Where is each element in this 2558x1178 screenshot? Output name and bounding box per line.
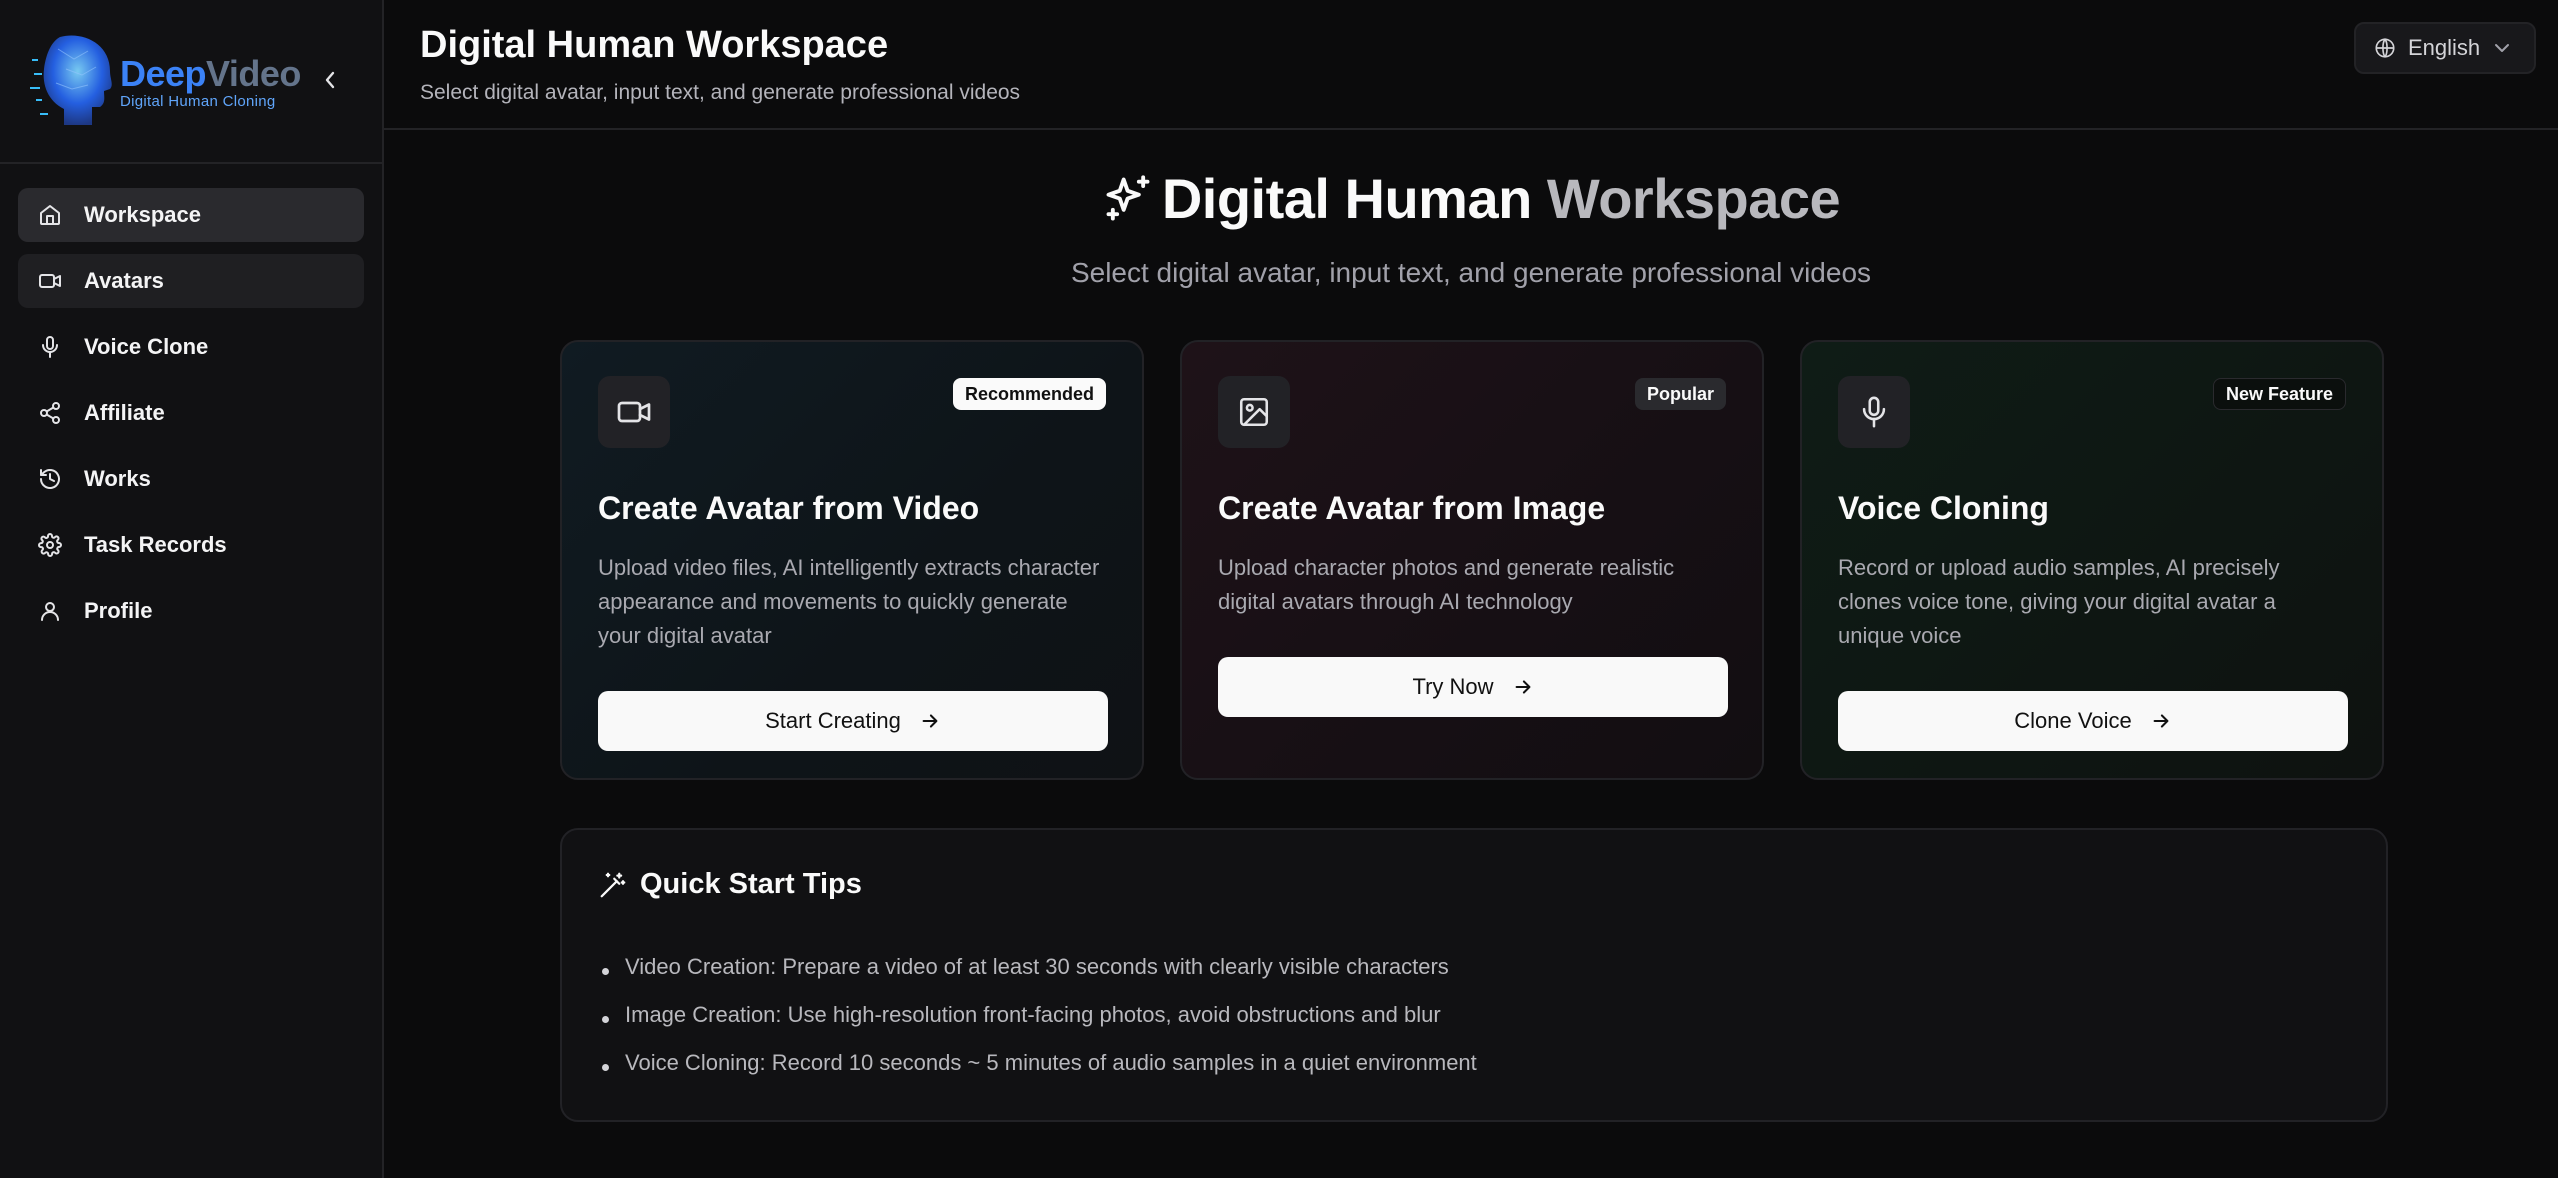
sidebar-item-workspace[interactable]: Workspace — [18, 188, 364, 242]
image-icon — [1239, 397, 1269, 427]
sidebar-item-label: Workspace — [84, 202, 201, 227]
gear-icon — [38, 533, 62, 557]
app-root: DeepVideo Digital Human Cloning Workspac… — [0, 0, 2558, 1178]
microphone-icon — [1862, 396, 1886, 428]
start-creating-button[interactable]: Start Creating — [598, 691, 1108, 751]
sidebar-item-affiliate[interactable]: Affiliate — [18, 386, 364, 440]
badge-new-feature: New Feature — [2212, 378, 2346, 410]
history-icon — [38, 467, 62, 491]
brand-tagline: Digital Human Cloning — [120, 92, 276, 110]
quick-start-tips: Quick Start Tips Video Creation: Prepare… — [560, 828, 2388, 1122]
language-selector[interactable]: English — [2354, 22, 2536, 74]
tips-title: Quick Start Tips — [640, 868, 862, 900]
brand-name-accent: Video — [206, 52, 301, 94]
share-icon — [38, 401, 62, 425]
sidebar-item-avatars[interactable]: Avatars — [18, 254, 364, 308]
tips-list: Video Creation: Prepare a video of at le… — [598, 943, 2350, 1087]
brand-name: DeepVideo — [120, 53, 301, 95]
card-description: Upload character photos and generate rea… — [1218, 555, 1675, 614]
card-title: Create Avatar from Video — [598, 490, 980, 526]
badge-recommended: Recommended — [952, 378, 1106, 410]
sidebar-item-label: Task Records — [84, 532, 227, 557]
card-title: Create Avatar from Image — [1218, 490, 1606, 526]
page-title: Digital Human Workspace — [420, 24, 889, 66]
button-label: Try Now — [1412, 674, 1494, 699]
sidebar-collapse-button[interactable] — [316, 62, 344, 98]
video-camera-icon — [617, 401, 651, 423]
bullet-icon — [602, 967, 609, 975]
main-content: Digital Human Workspace Select digital a… — [384, 0, 2558, 1178]
card-video-avatar: Recommended Create Avatar from Video Upl… — [560, 340, 1144, 780]
card-description: Upload video files, AI intelligently ext… — [598, 555, 1100, 648]
bullet-icon — [602, 1063, 609, 1071]
sidebar-item-works[interactable]: Works — [18, 452, 364, 506]
arrow-right-icon — [922, 714, 938, 728]
sidebar-item-label: Voice Clone — [84, 334, 209, 359]
clone-voice-button[interactable]: Clone Voice — [1838, 691, 2348, 751]
top-header: Digital Human Workspace Select digital a… — [384, 0, 2558, 130]
sidebar-item-label: Profile — [84, 598, 153, 623]
feature-cards: Recommended Create Avatar from Video Upl… — [560, 340, 2388, 780]
card-voice-cloning: New Feature Voice Cloning Record or uplo… — [1800, 340, 2384, 780]
sidebar-item-label: Works — [84, 466, 151, 491]
tip-text: Image Creation: Use high-resolution fron… — [625, 1002, 1441, 1027]
brand-name-main: Deep — [120, 52, 207, 94]
badge-popular: Popular — [1634, 378, 1726, 410]
hero-title-part1: Digital Human — [1161, 167, 1532, 230]
language-label: English — [2408, 35, 2481, 60]
card-icon-container — [598, 376, 670, 448]
hero-subtitle: Select digital avatar, input text, and g… — [1070, 257, 1872, 288]
card-description: Record or upload audio samples, AI preci… — [1838, 555, 2280, 648]
hero-section: Digital Human Workspace Select digital a… — [384, 166, 2558, 289]
card-title: Voice Cloning — [1838, 490, 2049, 526]
arrow-right-icon — [2153, 714, 2169, 728]
list-item: Image Creation: Use high-resolution fron… — [598, 991, 2350, 1039]
brand-header: DeepVideo Digital Human Cloning — [0, 0, 382, 164]
card-icon-container — [1838, 376, 1910, 448]
sidebar-item-label: Affiliate — [84, 400, 165, 425]
tip-text: Video Creation: Prepare a video of at le… — [625, 954, 1449, 979]
video-camera-icon — [38, 269, 62, 293]
home-icon — [38, 203, 62, 227]
magic-wand-icon — [600, 872, 626, 897]
sparkles-icon — [1106, 174, 1150, 220]
brand-text: DeepVideo Digital Human Cloning — [120, 53, 301, 110]
card-image-avatar: Popular Create Avatar from Image Upload … — [1180, 340, 1764, 780]
button-label: Start Creating — [765, 708, 901, 733]
card-icon-container — [1218, 376, 1290, 448]
try-now-button[interactable]: Try Now — [1218, 657, 1728, 717]
page-subtitle: Select digital avatar, input text, and g… — [420, 81, 1021, 104]
sidebar-item-label: Avatars — [84, 268, 164, 293]
brand-logo-icon — [30, 35, 112, 125]
list-item: Voice Cloning: Record 10 seconds ~ 5 min… — [598, 1039, 2350, 1087]
tip-text: Voice Cloning: Record 10 seconds ~ 5 min… — [625, 1050, 1477, 1075]
globe-icon — [2375, 38, 2395, 58]
sidebar-nav: Workspace Avatars Voice Clone Affiliate — [0, 164, 382, 674]
hero-title: Digital Human Workspace — [1102, 166, 1841, 231]
hero-title-part2: Workspace — [1546, 167, 1841, 230]
bullet-icon — [602, 1015, 609, 1023]
arrow-right-icon — [1515, 680, 1530, 694]
list-item: Video Creation: Prepare a video of at le… — [598, 943, 2350, 991]
user-icon — [38, 599, 62, 623]
sidebar-item-voice-clone[interactable]: Voice Clone — [18, 320, 364, 374]
chevron-left-icon — [325, 71, 335, 89]
microphone-icon — [38, 335, 62, 359]
button-label: Clone Voice — [2014, 708, 2132, 733]
sidebar-item-profile[interactable]: Profile — [18, 584, 364, 638]
sidebar-item-task-records[interactable]: Task Records — [18, 518, 364, 572]
chevron-down-icon — [2495, 44, 2510, 52]
sidebar: DeepVideo Digital Human Cloning Workspac… — [0, 0, 384, 1178]
tips-header: Quick Start Tips — [598, 868, 2350, 901]
